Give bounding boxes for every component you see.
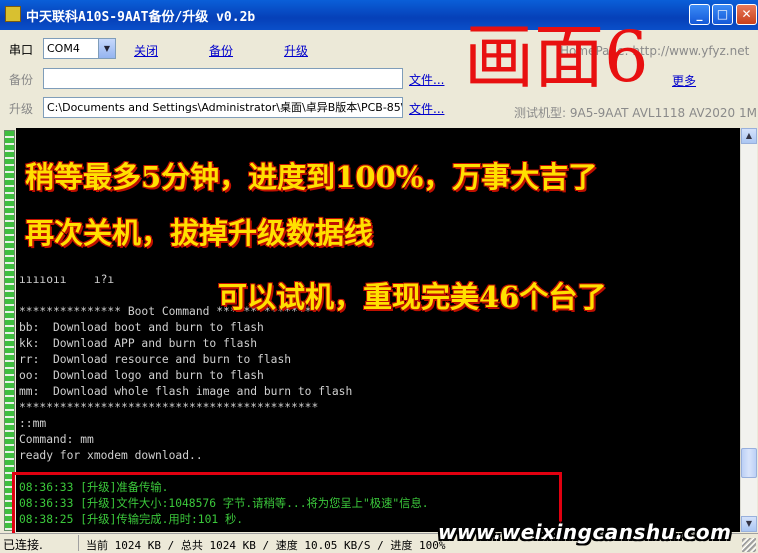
scroll-down-icon[interactable]: ▼ [741,516,757,532]
overlay-caption-2: 再次关机，拔掉升级数据线 [25,216,374,250]
backup-file-input[interactable] [43,68,403,89]
status-divider [78,535,79,551]
overlay-caption-3: 可以试机，重现完美46个台了 [218,280,607,314]
progress-strip [4,130,15,531]
console-line: kk: Download APP and burn to flash [19,337,258,350]
more-link[interactable]: 更多 [672,72,696,89]
console-line: mm: Download whole flash image and burn … [19,385,353,398]
console-line: Command: mm [19,433,94,446]
minimize-button[interactable]: _ [689,4,710,25]
model-text: 测试机型: 9A5-9AAT AVL1118 AV2020 1M [514,106,757,120]
console-line: ready for xmodem download.. [19,449,203,462]
app-icon [5,6,21,22]
site-watermark: www.weixingcanshu.com [438,520,732,544]
window-title: 中天联科A10S-9AAT备份/升级 v0.2b [26,10,256,25]
console-line: rr: Download resource and burn to flash [19,353,292,366]
port-label: 串口 [9,43,34,57]
scroll-thumb[interactable] [741,448,757,478]
scroll-up-icon[interactable]: ▲ [741,128,757,144]
upgrade-link[interactable]: 升级 [284,42,308,59]
console-scrollbar[interactable]: ▲ ▼ [740,128,757,532]
console-line: bb: Download boot and burn to flash [19,321,264,334]
console-line: ::mm [19,417,47,430]
screen-number-overlay: 画面6 [464,16,649,98]
backup-browse-link[interactable]: 文件... [409,71,444,88]
console-line: ****************************************… [19,401,319,414]
resize-grip-icon[interactable] [742,538,756,552]
close-button[interactable]: ✕ [736,4,757,25]
port-value: COM4 [47,42,80,55]
port-select[interactable]: COM4 ▼ [43,38,116,59]
maximize-button[interactable]: □ [712,4,733,25]
console-line: oo: Download logo and burn to flash [19,369,264,382]
overlay-caption-1: 稍等最多5分钟，进度到100%，万事大吉了 [25,160,598,194]
transfer-progress-text: 当前 1024 KB / 总共 1024 KB / 速度 10.05 KB/S … [86,539,446,552]
backup-link[interactable]: 备份 [209,42,233,59]
close-port-link[interactable]: 关闭 [134,42,158,59]
console-line: ııııoıı ı?ı [19,273,115,286]
connection-status: 已连接. [3,538,43,552]
upgrade-label: 升级 [9,102,34,116]
upgrade-file-input[interactable]: C:\Documents and Settings\Administrator\… [43,97,403,118]
upgrade-browse-link[interactable]: 文件... [409,100,444,117]
chevron-down-icon[interactable]: ▼ [98,39,115,58]
backup-label: 备份 [9,73,34,87]
